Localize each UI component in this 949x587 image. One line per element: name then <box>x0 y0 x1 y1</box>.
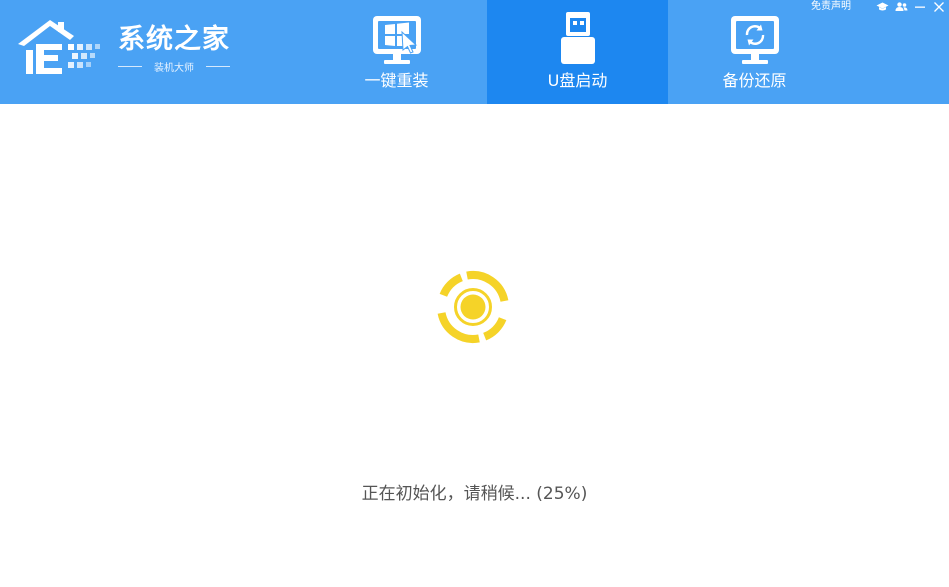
graduation-cap-icon[interactable] <box>873 0 891 14</box>
tab-label: 一键重装 <box>364 71 429 90</box>
tab-one-click-reinstall[interactable]: 一键重装 <box>306 0 487 104</box>
backup-restore-icon <box>730 16 779 64</box>
divider-line <box>118 66 142 67</box>
usb-drive-icon <box>560 12 595 64</box>
loading-spinner-icon <box>437 271 509 343</box>
brand-subtitle-row: 装机大师 <box>118 59 230 74</box>
windows-monitor-icon <box>372 16 421 64</box>
status-message: 正在初始化，请稍候... (25%) <box>361 484 588 504</box>
window-controls: 免责声明 <box>811 0 949 14</box>
brand-logo: 系统之家 装机大师 <box>14 14 244 84</box>
close-icon[interactable] <box>930 0 948 14</box>
house-logo-icon <box>18 20 100 74</box>
users-icon[interactable] <box>892 0 910 14</box>
brand-title: 系统之家 <box>118 24 230 55</box>
app-window: 系统之家 装机大师 一键重装 U盘启动 备份还原 免责声明 正在初始化，请稍候.… <box>0 0 949 587</box>
disclaimer-link[interactable]: 免责声明 <box>811 1 851 13</box>
brand-subtitle: 装机大师 <box>154 63 194 74</box>
divider-line <box>206 66 230 67</box>
header-bar: 系统之家 装机大师 一键重装 U盘启动 备份还原 免责声明 <box>0 0 949 104</box>
tab-label: U盘启动 <box>547 71 608 90</box>
tab-label: 备份还原 <box>722 71 787 90</box>
tab-usb-boot[interactable]: U盘启动 <box>487 0 668 104</box>
tab-backup-restore[interactable]: 备份还原 <box>664 0 845 104</box>
minimize-icon[interactable] <box>911 0 929 14</box>
